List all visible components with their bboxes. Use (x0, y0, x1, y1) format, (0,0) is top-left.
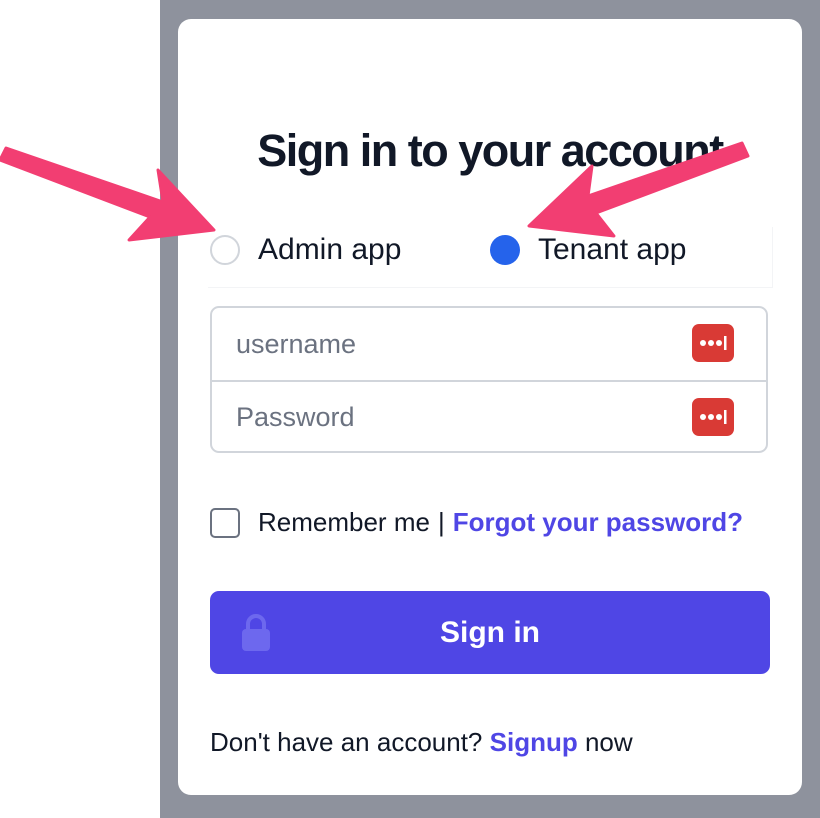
page-title: Sign in to your account (257, 125, 724, 176)
signup-link[interactable]: Signup (490, 727, 578, 757)
forgot-password-link[interactable]: Forgot your password? (453, 507, 743, 538)
app-type-selector: Admin app Tenant app (208, 227, 773, 288)
radio-circle-tenant[interactable] (490, 235, 520, 265)
password-manager-icon[interactable] (692, 398, 734, 436)
signup-prompt: Don't have an account? Signup now (210, 727, 633, 758)
radio-tenant-app[interactable]: Tenant app (490, 233, 686, 267)
radio-label-admin: Admin app (258, 233, 402, 266)
sign-in-label: Sign in (440, 616, 540, 649)
password-input[interactable] (212, 382, 766, 451)
remember-me-checkbox[interactable] (210, 507, 240, 538)
login-card: Sign in to your account Admin app Tenant… (178, 19, 802, 795)
radio-circle-admin[interactable] (210, 235, 240, 265)
radio-label-tenant: Tenant app (538, 233, 687, 266)
password-field-wrapper (212, 382, 766, 451)
separator: | (437, 507, 445, 537)
username-input[interactable] (212, 308, 766, 380)
password-manager-icon[interactable] (692, 324, 734, 362)
remember-row: Remember me | Forgot your password? (210, 507, 743, 538)
credentials-group (210, 306, 768, 453)
signup-prompt-text: Don't have an account? (210, 727, 483, 757)
radio-admin-app[interactable]: Admin app (210, 233, 401, 267)
signup-prompt-suffix: now (584, 727, 633, 757)
remember-me-label[interactable]: Remember me (258, 507, 430, 538)
username-field-wrapper (212, 308, 766, 382)
sign-in-button[interactable]: Sign in (210, 591, 770, 674)
